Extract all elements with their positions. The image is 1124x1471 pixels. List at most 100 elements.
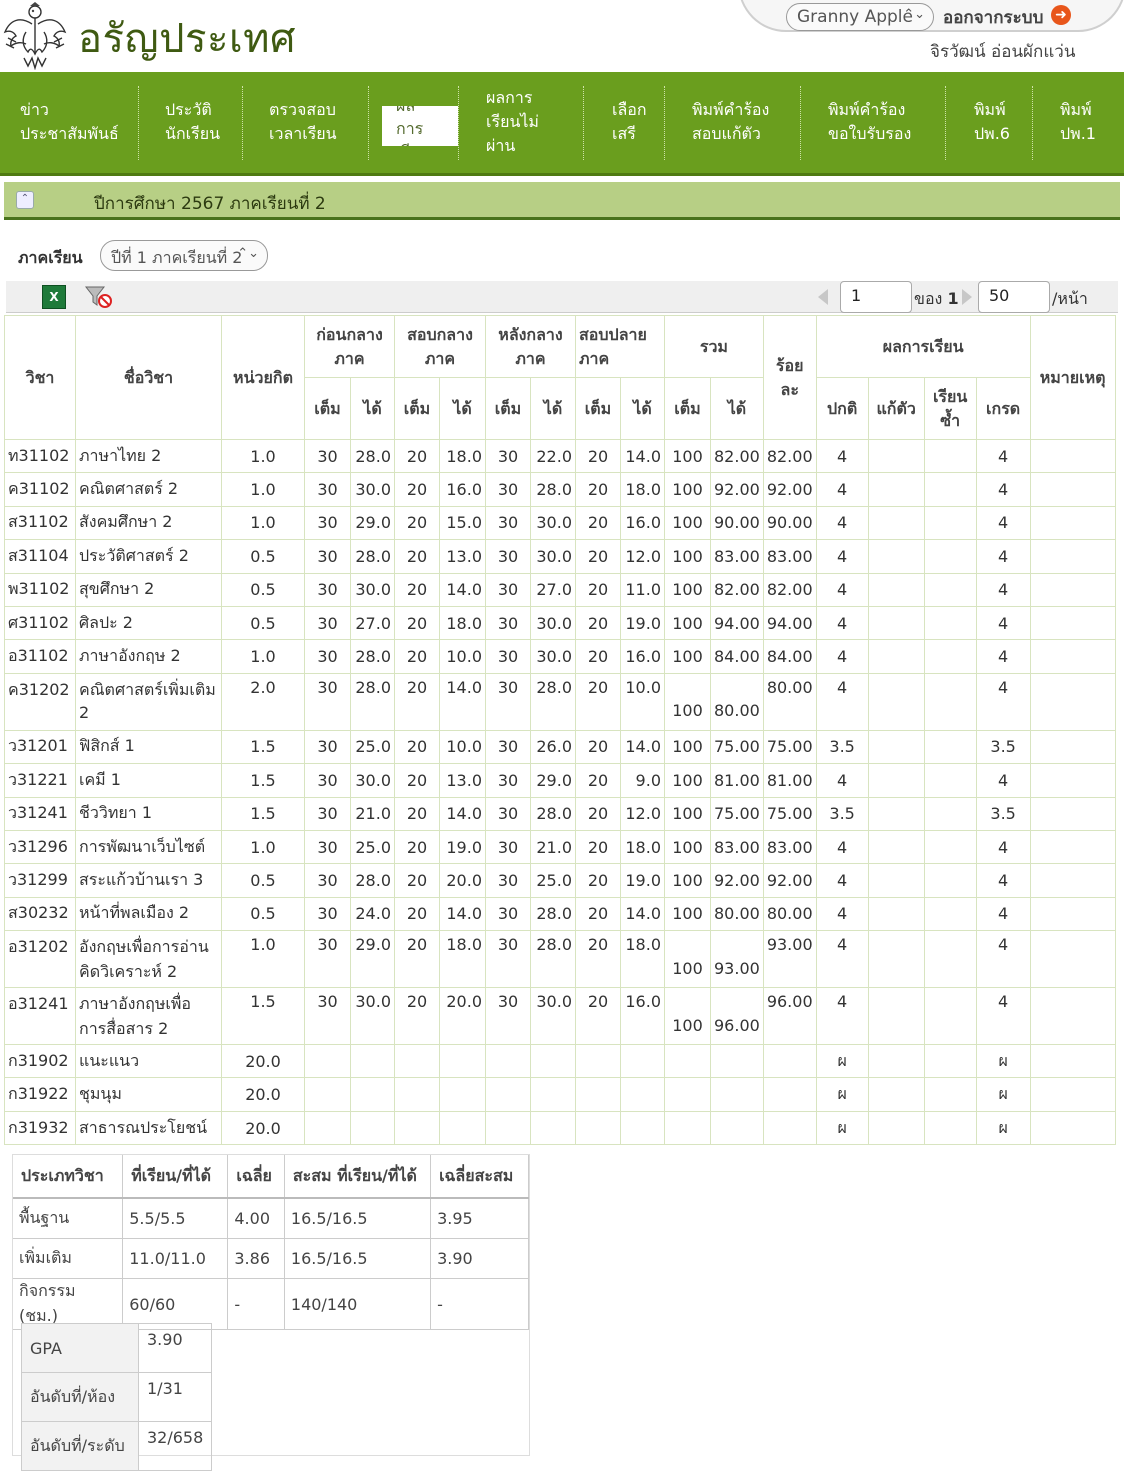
prev-page-icon[interactable]	[818, 289, 828, 305]
grade-got	[350, 1077, 395, 1112]
grade-percent: 96.00	[762, 987, 817, 1046]
grade-full: 30	[304, 472, 351, 507]
grade-full: 20	[575, 639, 621, 674]
grade-remark	[1029, 896, 1116, 932]
grade-percent: 84.00	[762, 639, 817, 674]
grade-retake	[867, 672, 925, 731]
grade-got: 30.0	[530, 639, 576, 674]
grade-full: 30	[304, 672, 351, 731]
grade-total-full: 100	[664, 539, 711, 574]
summary-header: ประเภทวิชา	[13, 1155, 124, 1199]
nav-item-print-pp6[interactable]: พิมพ์ ปพ.6	[974, 72, 1030, 172]
logout-link[interactable]: ออกจากระบบ	[943, 4, 1043, 31]
grade-final: 4	[975, 930, 1031, 989]
nav-label: พิมพ์คำร้อง สอบแก้ตัว	[692, 100, 770, 143]
summary-header: สะสม ที่เรียน/ที่ได้	[284, 1155, 432, 1199]
nav-item-print-certificate-request[interactable]: พิมพ์คำร้อง ขอใบรับรอง	[828, 72, 938, 172]
grade-got	[439, 1077, 486, 1112]
header-full: เต็ม	[394, 377, 440, 440]
table-row: ส31104 ประวัติศาสตร์ 2 0.5 30 28.0 20 13.0 30 30…	[4, 539, 1116, 574]
grade-total-full: 100	[664, 763, 711, 798]
grade-full: 30	[304, 987, 351, 1046]
grade-total-full: 100	[664, 639, 711, 674]
grade-full: 30	[485, 863, 531, 898]
grade-total-full: 100	[664, 672, 711, 731]
grade-retake	[867, 863, 925, 898]
summary-header: เฉลี่ยสะสม	[430, 1155, 529, 1199]
grade-total-got: 81.00	[710, 763, 764, 798]
grade-full: 20	[575, 672, 621, 731]
grade-got: 14.0	[620, 438, 665, 474]
section-header: ⌃ ปีการศึกษา 2567 ภาคเรียนที่ 2	[4, 182, 1120, 220]
excel-export-icon[interactable]: X	[42, 285, 66, 309]
summary-row: เพิ่มเติม 11.0/11.0 3.86 16.5/16.5 3.90	[13, 1238, 529, 1279]
nav-item-grades[interactable]: ผล การ เรียน	[382, 106, 458, 146]
grade-remark	[1029, 639, 1116, 674]
level-rank-value: 32/658	[137, 1421, 213, 1471]
grade-full	[485, 1077, 531, 1112]
grade-code: อ31102	[4, 639, 76, 674]
grade-remark	[1029, 1110, 1116, 1146]
logout-arrow-icon[interactable]: ➜	[1051, 5, 1071, 25]
grade-total-got: 83.00	[710, 539, 764, 574]
summary-row: กิจกรรม (ชม.) 60/60 - 140/140 -	[13, 1278, 529, 1330]
grade-retake	[867, 930, 925, 989]
summary-table: ประเภทวิชา ที่เรียน/ที่ได้ เฉลี่ย สะสม ท…	[13, 1155, 529, 1330]
grade-full: 20	[394, 987, 440, 1046]
grade-repeat	[923, 639, 977, 674]
class-rank-label: อันดับที่/ห้อง	[21, 1372, 139, 1422]
level-rank-label: อันดับที่/ระดับ	[21, 1421, 139, 1471]
summary-cell: กิจกรรม (ชม.)	[13, 1278, 124, 1330]
grade-got: 15.0	[439, 505, 486, 541]
grade-subject-name: ประวัติศาสตร์ 2	[75, 539, 222, 574]
grade-full: 30	[304, 763, 351, 798]
next-page-icon[interactable]	[962, 289, 972, 305]
nav-label: ประวัติ นักเรียน	[165, 100, 220, 143]
nav-item-print-retake-request[interactable]: พิมพ์คำร้อง สอบแก้ตัว	[692, 72, 796, 172]
nav-item-print-pp1[interactable]: พิมพ์ ปพ.1	[1060, 72, 1120, 172]
summary-cell: 60/60	[122, 1278, 229, 1330]
summary-cell: 5.5/5.5	[122, 1198, 229, 1239]
grade-credit: 0.5	[221, 605, 305, 641]
grade-code: อ31202	[4, 930, 76, 989]
table-row: ค31202 คณิตศาสตร์เพิ่มเติม 2 2.0 30 28.0 20 14…	[4, 672, 1116, 731]
nav-item-failed-grades[interactable]: ผลการ เรียนไม่ ผ่าน	[486, 72, 566, 172]
page-number-input[interactable]: 1	[840, 281, 912, 313]
clear-filter-icon[interactable]	[84, 285, 114, 309]
collapse-icon[interactable]: ⌃	[16, 191, 34, 209]
grade-total-full: 100	[664, 729, 711, 765]
nav-item-student-profile[interactable]: ประวัติ นักเรียน	[165, 72, 245, 172]
grade-got	[350, 1110, 395, 1146]
term-dropdown[interactable]: ปีที่ 1 ภาคเรียนที่ 2 ⌃⌄	[100, 240, 268, 271]
grade-subject-name: คณิตศาสตร์ 2	[75, 472, 222, 507]
grade-normal: 4	[815, 930, 869, 989]
grade-got: 30.0	[350, 572, 395, 607]
header-grade: เกรด	[975, 377, 1031, 440]
grade-code: ก31922	[4, 1077, 76, 1112]
grade-percent: 93.00	[762, 930, 817, 989]
grade-full	[394, 1077, 440, 1112]
summary-cell: 3.95	[430, 1198, 529, 1239]
grade-full	[304, 1110, 351, 1146]
grade-remark	[1029, 539, 1116, 574]
grade-retake	[867, 829, 925, 865]
grade-got: 18.0	[439, 605, 486, 641]
nav-item-attendance[interactable]: ตรวจสอบ เวลาเรียน	[269, 72, 359, 172]
header-pre-mid: ก่อนกลางภาค	[304, 315, 395, 378]
user-dropdown[interactable]: Granny Apple ⌃⌄	[786, 3, 934, 31]
nav-item-news[interactable]: ข่าว ประชาสัมพันธ์	[20, 72, 138, 172]
grade-subject-name: ชีววิทยา 1	[75, 796, 222, 831]
nav-item-elective[interactable]: เลือก เสรี	[612, 72, 672, 172]
grade-code: ว31296	[4, 829, 76, 865]
summary-header: ที่เรียน/ที่ได้	[122, 1155, 229, 1199]
page-size-input[interactable]: 50	[978, 281, 1050, 313]
summary-cell: 140/140	[284, 1278, 432, 1330]
summary-row: พื้นฐาน 5.5/5.5 4.00 16.5/16.5 3.95	[13, 1198, 529, 1239]
header-total: รวม	[664, 315, 764, 378]
grade-credit: 20.0	[221, 1110, 305, 1146]
grade-got: 30.0	[350, 987, 395, 1046]
grade-repeat	[923, 605, 977, 641]
grade-full: 20	[394, 639, 440, 674]
grade-full: 20	[394, 672, 440, 731]
grade-subject-name: ชุมนุม	[75, 1077, 222, 1112]
